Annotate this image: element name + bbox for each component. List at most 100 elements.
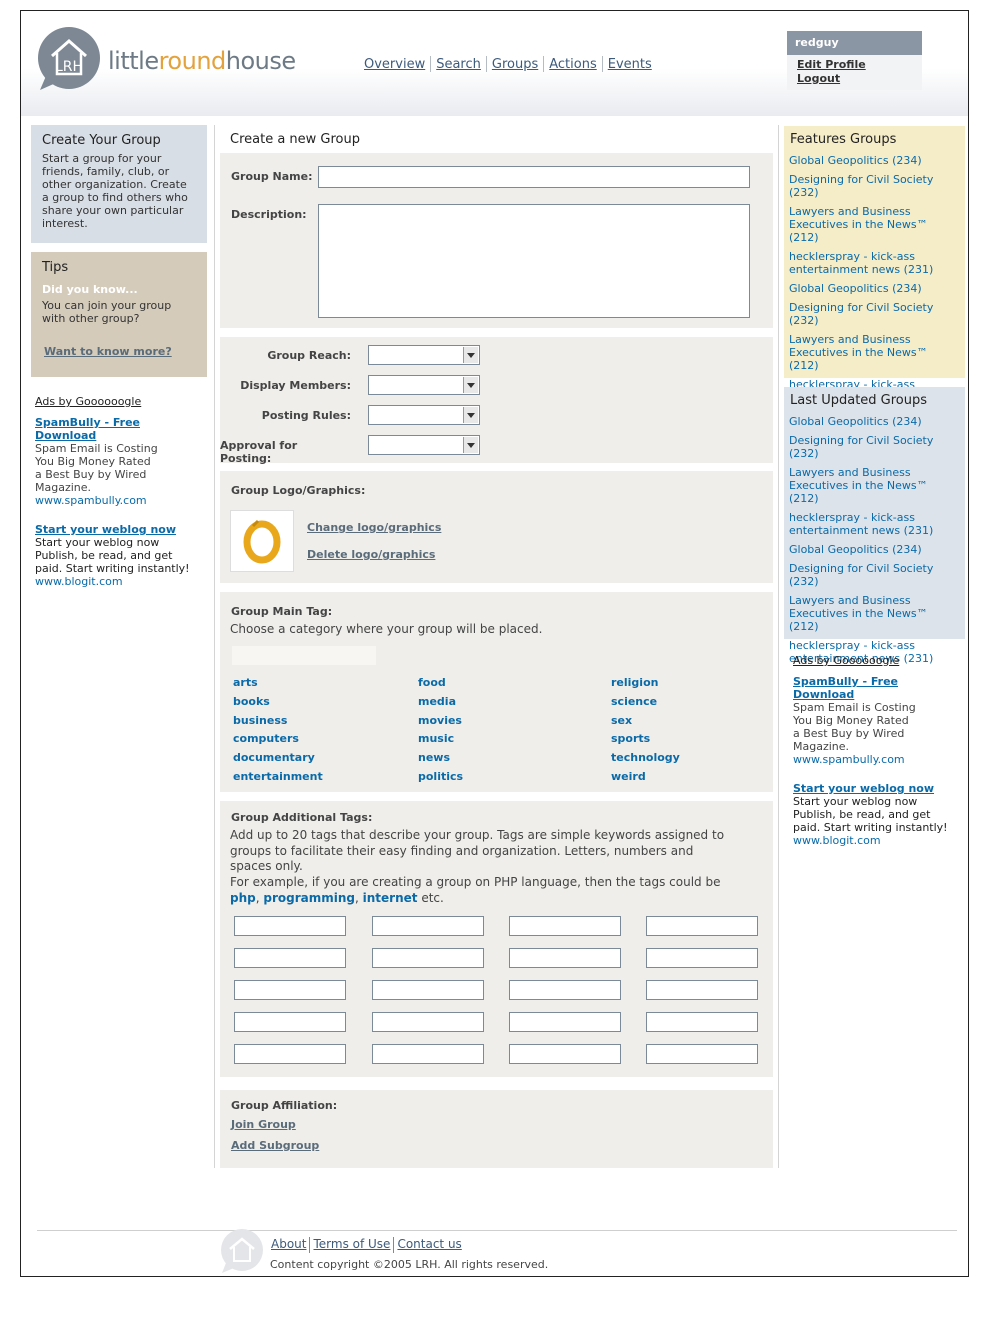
- group-link[interactable]: hecklerspray - kick-ass entertainment ne…: [789, 511, 960, 537]
- group-link[interactable]: Designing for Civil Society (232): [789, 301, 960, 327]
- tag-link[interactable]: politics: [418, 770, 463, 783]
- nav-overview[interactable]: Overview: [360, 57, 429, 72]
- tag-link[interactable]: weird: [611, 770, 646, 783]
- additional-tag-input[interactable]: [234, 980, 346, 1000]
- additional-tag-input[interactable]: [646, 948, 758, 968]
- change-logo-link[interactable]: Change logo/graphics: [307, 521, 441, 534]
- example-tag-link[interactable]: programming: [263, 891, 355, 905]
- tag-link[interactable]: science: [611, 695, 657, 708]
- group-link[interactable]: Global Geopolitics (234): [789, 154, 960, 167]
- approval-label: Approval for Posting:: [220, 439, 298, 465]
- top-nav: Overview Search Groups Actions Events: [360, 56, 656, 72]
- additional-tag-input[interactable]: [372, 980, 484, 1000]
- logo-badge-icon[interactable]: LRH: [36, 26, 102, 95]
- tag-link[interactable]: movies: [418, 714, 462, 727]
- group-reach-select[interactable]: [368, 345, 480, 365]
- create-group-title: Create Your Group: [42, 133, 161, 148]
- ads-by-google-link[interactable]: Ads by Goooooogle: [793, 654, 958, 667]
- group-link[interactable]: Global Geopolitics (234): [789, 415, 960, 428]
- additional-tag-input[interactable]: [509, 1012, 621, 1032]
- group-link[interactable]: Global Geopolitics (234): [789, 543, 960, 556]
- example-tag-link[interactable]: php: [230, 891, 256, 905]
- nav-search[interactable]: Search: [432, 57, 485, 72]
- ad-weblog-title[interactable]: Start your weblog now: [793, 782, 958, 795]
- tag-link[interactable]: entertainment: [233, 770, 323, 783]
- additional-tag-input[interactable]: [509, 916, 621, 936]
- additional-tag-input[interactable]: [509, 1044, 621, 1064]
- tag-link[interactable]: documentary: [233, 751, 315, 764]
- ad-spambully-body: Spam Email is Costing You Big Money Rate…: [35, 442, 158, 494]
- group-name-input[interactable]: [318, 166, 750, 188]
- posting-rules-select[interactable]: [368, 405, 480, 425]
- panel-settings: Group Reach: Display Members: Posting Ru…: [220, 337, 773, 465]
- nav-groups[interactable]: Groups: [488, 57, 542, 72]
- tag-link[interactable]: news: [418, 751, 450, 764]
- approval-select[interactable]: [368, 435, 480, 455]
- group-link[interactable]: Designing for Civil Society (232): [789, 434, 960, 460]
- add-subgroup-link[interactable]: Add Subgroup: [231, 1139, 319, 1152]
- group-link[interactable]: hecklerspray - kick-ass entertainment ne…: [789, 250, 960, 276]
- additional-tag-input[interactable]: [234, 948, 346, 968]
- footer-contact-link[interactable]: Contact us: [394, 1237, 464, 1251]
- group-link[interactable]: Designing for Civil Society (232): [789, 562, 960, 588]
- ad-spambully-title[interactable]: SpamBully - Free Download: [793, 675, 958, 701]
- tips-text: You can join your group with other group…: [42, 299, 172, 325]
- chevron-down-icon: [463, 407, 478, 423]
- tag-link[interactable]: religion: [611, 676, 658, 689]
- join-group-link[interactable]: Join Group: [231, 1118, 296, 1131]
- tag-link[interactable]: business: [233, 714, 287, 727]
- last-updated-title: Last Updated Groups: [790, 393, 928, 408]
- additional-tag-input[interactable]: [372, 948, 484, 968]
- nav-actions[interactable]: Actions: [545, 57, 601, 72]
- additional-tag-input[interactable]: [372, 1012, 484, 1032]
- description-textarea[interactable]: [318, 204, 750, 318]
- additional-tag-input[interactable]: [646, 916, 758, 936]
- delete-logo-link[interactable]: Delete logo/graphics: [307, 548, 435, 561]
- additional-tag-input[interactable]: [646, 1012, 758, 1032]
- chevron-down-icon: [463, 347, 478, 363]
- group-link[interactable]: Global Geopolitics (234): [789, 282, 960, 295]
- ads-by-google-link[interactable]: Ads by Goooooogle: [35, 395, 200, 408]
- ad-weblog-url[interactable]: www.blogit.com: [35, 575, 200, 588]
- display-members-select[interactable]: [368, 375, 480, 395]
- ad-weblog-url[interactable]: www.blogit.com: [793, 834, 958, 847]
- edit-profile-link[interactable]: Edit Profile: [787, 58, 922, 72]
- ad-spambully-url[interactable]: www.spambully.com: [35, 494, 200, 507]
- ad-spambully-url[interactable]: www.spambully.com: [793, 753, 958, 766]
- logout-link[interactable]: Logout: [787, 72, 922, 86]
- create-group-box: Create Your Group Start a group for your…: [31, 125, 207, 243]
- group-link[interactable]: Lawyers and Business Executives in the N…: [789, 466, 960, 505]
- additional-tag-input[interactable]: [509, 980, 621, 1000]
- footer-terms-link[interactable]: Terms of Use: [310, 1237, 393, 1251]
- tag-link[interactable]: technology: [611, 751, 680, 764]
- additional-tag-input[interactable]: [646, 980, 758, 1000]
- ad-weblog-title[interactable]: Start your weblog now: [35, 523, 200, 536]
- footer-about-link[interactable]: About: [268, 1237, 309, 1251]
- group-link[interactable]: Lawyers and Business Executives in the N…: [789, 594, 960, 633]
- additional-tag-input[interactable]: [509, 948, 621, 968]
- form-title: Create a new Group: [230, 132, 361, 147]
- group-link[interactable]: Designing for Civil Society (232): [789, 173, 960, 199]
- nav-events[interactable]: Events: [604, 57, 656, 72]
- additional-tag-input[interactable]: [372, 916, 484, 936]
- additional-tag-input[interactable]: [372, 1044, 484, 1064]
- tag-link[interactable]: media: [418, 695, 456, 708]
- additional-tag-input[interactable]: [646, 1044, 758, 1064]
- group-link[interactable]: Lawyers and Business Executives in the N…: [789, 333, 960, 372]
- example-tag-link[interactable]: internet: [363, 891, 418, 905]
- tips-more-link[interactable]: Want to know more?: [44, 345, 196, 358]
- additional-tag-input[interactable]: [234, 1044, 346, 1064]
- tag-link[interactable]: sex: [611, 714, 632, 727]
- tag-link[interactable]: sports: [611, 732, 650, 745]
- tag-link[interactable]: books: [233, 695, 270, 708]
- additional-tag-input[interactable]: [234, 916, 346, 936]
- group-link[interactable]: Lawyers and Business Executives in the N…: [789, 205, 960, 244]
- tag-link[interactable]: arts: [233, 676, 258, 689]
- footer-divider: [37, 1230, 957, 1231]
- tag-link[interactable]: music: [418, 732, 454, 745]
- tag-link[interactable]: computers: [233, 732, 299, 745]
- additional-tag-input[interactable]: [234, 1012, 346, 1032]
- logo-text[interactable]: littleroundhouse: [108, 47, 296, 75]
- ad-spambully-title[interactable]: SpamBully - Free Download: [35, 416, 200, 442]
- tag-link[interactable]: food: [418, 676, 446, 689]
